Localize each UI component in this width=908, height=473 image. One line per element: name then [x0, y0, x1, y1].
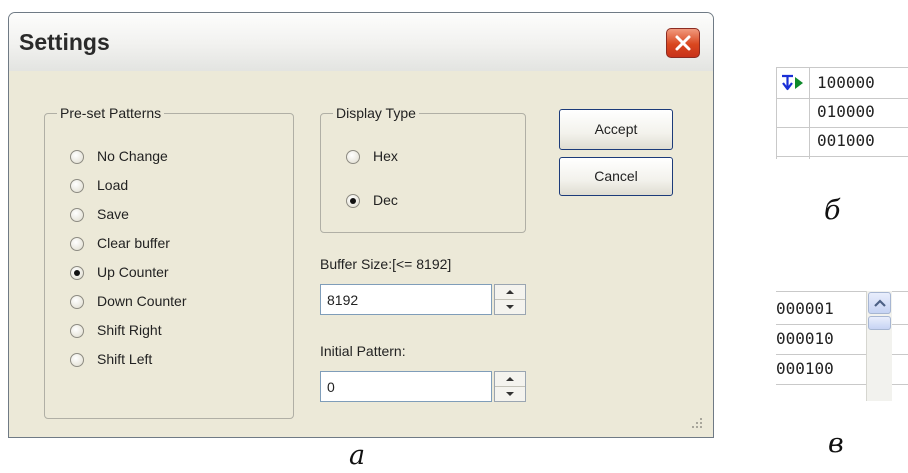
preset-pattern-list: No Change Load Save Clear buffer Up Coun…	[70, 147, 290, 387]
initial-pattern-input[interactable]: 0	[320, 371, 492, 402]
grid-cell: 001000	[817, 131, 875, 150]
grid-cell: 010000	[817, 102, 875, 121]
radio-button[interactable]	[346, 150, 360, 164]
grid-cell: 100000	[817, 73, 875, 92]
radio-label: Up Counter	[97, 264, 169, 280]
grid-column-separator	[809, 67, 810, 159]
radio-button[interactable]	[70, 179, 84, 193]
radio-button-selected[interactable]	[70, 266, 84, 280]
radio-button-selected[interactable]	[346, 194, 360, 208]
radio-label: Hex	[373, 148, 398, 164]
dialog-title: Settings	[19, 29, 110, 55]
radio-down-counter[interactable]: Down Counter	[70, 292, 280, 314]
spin-up-arrow-icon	[506, 289, 514, 294]
settings-dialog: Settings Pre-set Patterns No Change Load…	[8, 12, 714, 438]
resize-grip-icon[interactable]	[690, 416, 704, 430]
radio-button[interactable]	[70, 324, 84, 338]
preset-patterns-legend: Pre-set Patterns	[60, 105, 162, 121]
radio-clear-buffer[interactable]: Clear buffer	[70, 234, 280, 256]
scroll-up-arrow-icon	[874, 299, 886, 307]
radio-save[interactable]: Save	[70, 205, 280, 227]
grid-line	[776, 156, 908, 157]
display-type-list: Hex Dec	[346, 147, 516, 217]
vertical-scrollbar[interactable]	[866, 291, 892, 401]
radio-shift-left[interactable]: Shift Left	[70, 350, 280, 372]
radio-label: Dec	[373, 192, 398, 208]
scroll-thumb[interactable]	[868, 316, 891, 330]
radio-no-change[interactable]: No Change	[70, 147, 280, 169]
buffer-size-spinner[interactable]	[494, 284, 526, 315]
spin-down-button[interactable]	[495, 387, 525, 402]
buffer-size-input[interactable]: 8192	[320, 284, 492, 315]
radio-button[interactable]	[70, 208, 84, 222]
radio-label: Shift Left	[97, 351, 153, 367]
step-arrow-icon	[782, 74, 803, 91]
radio-label: Down Counter	[97, 293, 187, 309]
radio-shift-right[interactable]: Shift Right	[70, 321, 280, 343]
radio-label: Clear buffer	[97, 235, 170, 251]
radio-up-counter[interactable]: Up Counter	[70, 263, 280, 285]
grid-line	[776, 67, 908, 68]
initial-pattern-label: Initial Pattern:	[320, 343, 406, 359]
radio-button[interactable]	[70, 237, 84, 251]
close-button[interactable]	[666, 28, 700, 58]
radio-hex[interactable]: Hex	[346, 147, 506, 169]
radio-dec[interactable]: Dec	[346, 191, 506, 213]
grid-line	[776, 127, 908, 128]
spin-up-button[interactable]	[495, 372, 525, 387]
accept-button[interactable]: Accept	[559, 109, 673, 150]
data-grid-b: 100000 010000 001000	[776, 67, 908, 159]
spin-down-arrow-icon	[506, 391, 514, 396]
radio-load[interactable]: Load	[70, 176, 280, 198]
grid-cell: 000010	[776, 329, 834, 348]
caption-a: а	[349, 440, 366, 471]
spin-down-button[interactable]	[495, 300, 525, 315]
radio-label: Shift Right	[97, 322, 162, 338]
spin-up-button[interactable]	[495, 285, 525, 300]
initial-pattern-value: 0	[327, 379, 335, 395]
caption-c: в	[828, 428, 844, 459]
radio-label: No Change	[97, 148, 168, 164]
caption-b: б	[824, 195, 841, 226]
radio-button[interactable]	[70, 150, 84, 164]
dialog-client-area: Pre-set Patterns No Change Load Save Cle…	[13, 71, 709, 435]
radio-label: Save	[97, 206, 129, 222]
radio-button[interactable]	[70, 295, 84, 309]
buffer-size-value: 8192	[327, 292, 359, 308]
grid-border	[776, 67, 777, 159]
radio-label: Load	[97, 177, 129, 193]
initial-pattern-spinner[interactable]	[494, 371, 526, 402]
spin-up-arrow-icon	[506, 376, 514, 381]
grid-cell: 000001	[776, 299, 834, 318]
cancel-button[interactable]: Cancel	[559, 157, 673, 196]
display-type-legend: Display Type	[336, 105, 416, 121]
radio-button[interactable]	[70, 353, 84, 367]
title-bar[interactable]: Settings	[9, 13, 713, 71]
close-x-icon	[675, 35, 691, 51]
spin-down-arrow-icon	[506, 304, 514, 309]
grid-cell: 000100	[776, 359, 834, 378]
scroll-up-button[interactable]	[868, 292, 891, 314]
buffer-size-label: Buffer Size:[<= 8192]	[320, 256, 452, 272]
grid-line	[776, 98, 908, 99]
